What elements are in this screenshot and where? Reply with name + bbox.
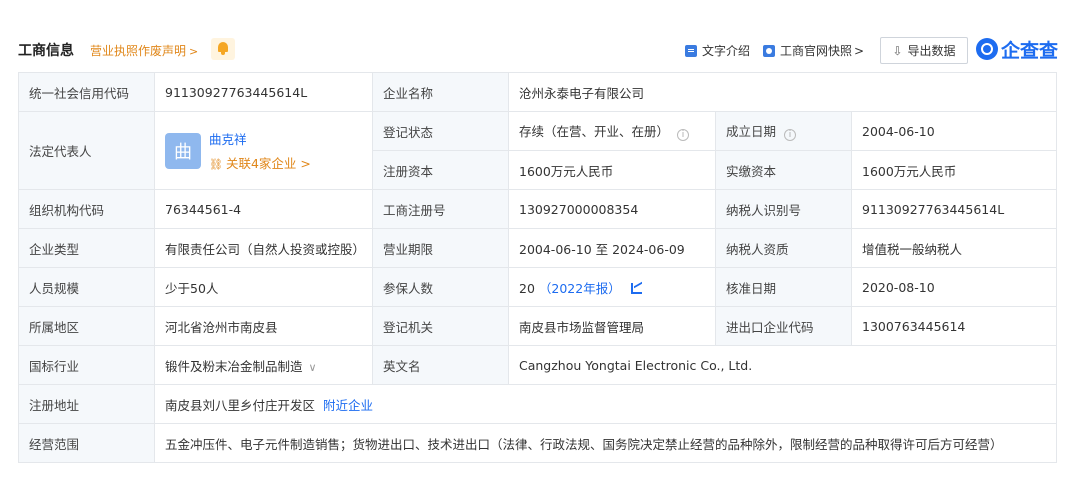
authority-label: 登记机关 [372,306,509,346]
company-name-value: 沧州永泰电子有限公司 [508,72,1057,112]
org-code-label: 组织机构代码 [18,189,155,229]
region-label: 所属地区 [18,306,155,346]
bell-icon[interactable] [211,38,235,60]
business-term-value: 2004-06-10 至 2024-06-09 [508,228,716,268]
insured-count-cell: 20 （2022年报） [508,267,716,307]
table-row: 人员规模 少于50人 参保人数 20 （2022年报） 核准日期 2020-08… [18,267,1057,307]
official-snapshot-label: 工商官网快照 [780,44,853,58]
avatar[interactable]: 曲 [165,132,201,169]
english-name-value: Cangzhou Yongtai Electronic Co., Ltd. [508,345,1057,385]
business-term-label: 营业期限 [372,228,509,268]
table-row: 注册地址 南皮县刘八里乡付庄开发区 附近企业 [18,384,1057,424]
table-row: 经营范围 五金冲压件、电子元件制造销售；货物进出口、技术进出口（法律、行政法规、… [18,423,1057,463]
org-code-value: 76344561-4 [154,189,373,229]
chevron-right-icon: > [854,43,865,58]
related-companies-link[interactable]: ⛓ 关联4家企业 > [209,153,311,172]
insured-count-value: 20 [519,280,535,296]
reg-status-value: 存续（在营、开业、在册） [519,124,670,139]
region-value: 河北省沧州市南皮县 [154,306,373,346]
insured-count-label: 参保人数 [372,267,509,307]
ie-code-label: 进出口企业代码 [715,306,852,346]
nearby-companies-link[interactable]: 附近企业 [323,398,373,413]
founded-label: 成立日期 [726,124,777,139]
staff-size-value: 少于50人 [154,267,373,307]
taxpayer-id-value: 91130927763445614L [851,189,1057,229]
chevron-right-icon: > [189,45,199,58]
text-intro-label: 文字介绍 [702,44,751,58]
authority-value: 南皮县市场监督管理局 [508,306,716,346]
download-icon: ⇩ [892,43,903,58]
reg-capital-value: 1600万元人民币 [508,150,716,190]
company-name-label: 企业名称 [372,72,509,112]
business-info-table: 统一社会信用代码 91130927763445614L 企业名称 沧州永泰电子有… [18,72,1057,463]
info-icon[interactable]: i [784,129,797,141]
table-row: 国标行业 锻件及粉末冶金制品制造 ∨ 英文名 Cangzhou Yongtai E… [18,345,1057,385]
approval-date-value: 2020-08-10 [851,267,1057,307]
camera-icon [763,44,775,57]
staff-size-label: 人员规模 [18,267,155,307]
credit-code-label: 统一社会信用代码 [18,72,155,112]
reg-status-cell: 存续（在营、开业、在册） i [508,111,716,151]
related-companies-label: 关联4家企业 > [225,156,311,171]
table-row: 组织机构代码 76344561-4 工商注册号 130927000008354 … [18,189,1057,229]
logo-text: 企查查 [1001,39,1059,62]
address-label: 注册地址 [18,384,155,424]
section-title: 工商信息 [18,43,74,59]
table-row: 企业类型 有限责任公司（自然人投资或控股） 营业期限 2004-06-10 至 … [18,228,1057,268]
company-type-value: 有限责任公司（自然人投资或控股） [154,228,373,268]
table-row: 法定代表人 曲 曲克祥 ⛓ 关联4家企业 > 登记状态 存续（在营、开业、在册） i… [18,111,1057,190]
company-type-label: 企业类型 [18,228,155,268]
table-row: 统一社会信用代码 91130927763445614L 企业名称 沧州永泰电子有… [18,72,1057,112]
credit-code-value: 91130927763445614L [154,72,373,112]
taxpayer-qual-label: 纳税人资质 [715,228,852,268]
license-void-notice-link[interactable]: 营业执照作废声明 > [90,42,198,59]
industry-value: 锻件及粉末冶金制品制造 [165,358,303,374]
export-data-button[interactable]: ⇩ 导出数据 [880,37,968,64]
export-data-label: 导出数据 [907,44,956,58]
approval-date-label: 核准日期 [715,267,852,307]
logo-icon [976,38,998,60]
address-value: 南皮县刘八里乡付庄开发区 [165,397,316,413]
paid-capital-label: 实缴资本 [715,150,852,190]
reg-status-label: 登记状态 [372,111,509,151]
business-info-card: 工商信息 营业执照作废声明 > 文字介绍 工商官网快照 > ⇩ 导出数据 企查查 统一… [0,0,1088,480]
reg-no-value: 130927000008354 [508,189,716,229]
annual-report-link[interactable]: （2022年报） [539,281,621,296]
relation-icon: ⛓ [209,158,223,171]
legal-rep-cell: 曲 曲克祥 ⛓ 关联4家企业 > [154,111,373,190]
reg-capital-label: 注册资本 [372,150,509,190]
legal-rep-label: 法定代表人 [18,111,155,190]
ie-code-value: 1300763445614 [851,306,1057,346]
info-icon[interactable]: i [677,129,690,141]
industry-label: 国标行业 [18,345,155,385]
qichacha-logo: 企查查 [976,35,1058,63]
legal-rep-name-link[interactable]: 曲克祥 [209,129,311,148]
text-intro-button[interactable]: 文字介绍 [685,42,750,59]
founded-date-value: 2004-06-10 [851,111,1057,151]
taxpayer-qual-value: 增值税一般纳税人 [851,228,1057,268]
section-header: 工商信息 营业执照作废声明 > 文字介绍 工商官网快照 > ⇩ 导出数据 企查查 [18,30,1058,68]
english-name-label: 英文名 [372,345,509,385]
document-icon [685,44,697,57]
business-scope-label: 经营范围 [18,423,155,463]
address-cell: 南皮县刘八里乡付庄开发区 附近企业 [154,384,1057,424]
reg-no-label: 工商注册号 [372,189,509,229]
table-row: 所属地区 河北省沧州市南皮县 登记机关 南皮县市场监督管理局 进出口企业代码 1… [18,306,1057,346]
chart-icon[interactable] [630,282,642,294]
taxpayer-id-label: 纳税人识别号 [715,189,852,229]
industry-dropdown[interactable]: 锻件及粉末冶金制品制造 ∨ [154,345,373,385]
business-scope-value: 五金冲压件、电子元件制造销售；货物进出口、技术进出口（法律、行政法规、国务院决定… [154,423,1057,463]
founded-date-cell: 成立日期 i [715,111,852,151]
official-snapshot-button[interactable]: 工商官网快照 > [763,42,864,59]
paid-capital-value: 1600万元人民币 [851,150,1057,190]
notice-label: 营业执照作废声明 [90,44,187,58]
chevron-down-icon: ∨ [308,360,317,374]
